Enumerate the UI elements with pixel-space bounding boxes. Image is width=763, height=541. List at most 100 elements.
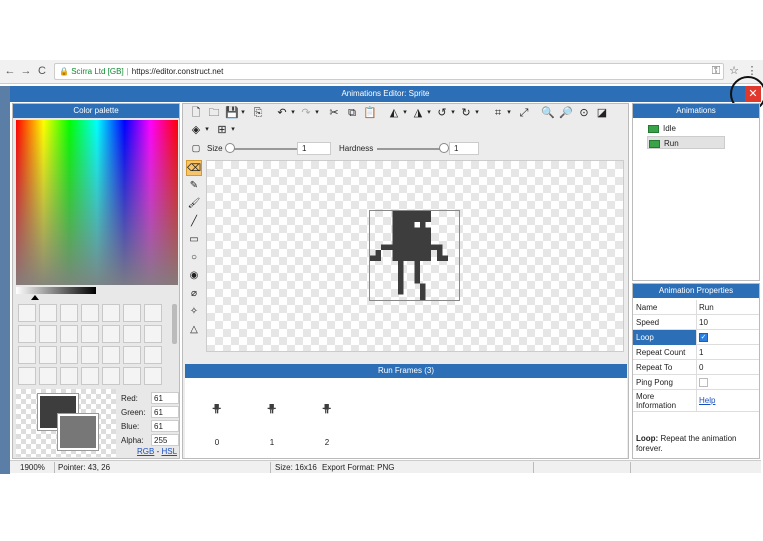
swatch[interactable] bbox=[18, 304, 36, 322]
resize-icon[interactable]: ⤢ bbox=[517, 106, 531, 120]
property-value[interactable]: Run bbox=[699, 303, 714, 312]
reload-icon[interactable]: C bbox=[36, 65, 48, 77]
zoom-out-icon[interactable]: 🔎 bbox=[559, 106, 573, 120]
flip-vertical-icon[interactable]: ◮ bbox=[411, 106, 425, 120]
property-row-name[interactable]: Name Run bbox=[633, 300, 759, 315]
swatch[interactable] bbox=[123, 367, 141, 385]
brush-shape-icon[interactable]: ▢ bbox=[189, 141, 203, 155]
star-icon[interactable]: ☆ bbox=[728, 65, 740, 77]
property-row-repeat-count[interactable]: Repeat Count 1 bbox=[633, 345, 759, 360]
property-value[interactable]: 0 bbox=[699, 363, 703, 372]
swatch[interactable] bbox=[123, 325, 141, 343]
line-icon[interactable]: ╱ bbox=[186, 214, 202, 230]
property-value[interactable]: 1 bbox=[699, 348, 703, 357]
swatch[interactable] bbox=[60, 325, 78, 343]
hardness-input[interactable]: 1 bbox=[449, 142, 479, 155]
ellipse-icon[interactable]: ○ bbox=[186, 250, 202, 266]
swatch[interactable] bbox=[144, 325, 162, 343]
collision-polygon-icon[interactable]: △ bbox=[186, 322, 202, 338]
swatch[interactable] bbox=[144, 346, 162, 364]
eraser-icon[interactable]: ⌫ bbox=[186, 160, 202, 176]
swatch[interactable] bbox=[81, 304, 99, 322]
save-icon[interactable]: 💾 bbox=[225, 106, 239, 120]
rectangle-icon[interactable]: ▭ bbox=[186, 232, 202, 248]
key-icon[interactable]: ⚿ bbox=[710, 65, 722, 77]
swatch[interactable] bbox=[18, 325, 36, 343]
chevron-down-icon[interactable]: ▾ bbox=[473, 106, 481, 120]
swatch[interactable] bbox=[144, 304, 162, 322]
forward-icon[interactable]: → bbox=[20, 65, 32, 77]
color-picker-icon[interactable]: ⌀ bbox=[186, 286, 202, 302]
secondary-color-swatch[interactable] bbox=[57, 413, 99, 451]
swatch[interactable] bbox=[123, 304, 141, 322]
help-link[interactable]: Help bbox=[699, 396, 715, 405]
property-row-speed[interactable]: Speed 10 bbox=[633, 315, 759, 330]
blue-input[interactable]: 61 bbox=[151, 420, 179, 432]
chevron-down-icon[interactable]: ▾ bbox=[239, 106, 247, 120]
flip-horizontal-icon[interactable]: ◭ bbox=[387, 106, 401, 120]
crop-icon[interactable]: ⌗ bbox=[491, 106, 505, 120]
animation-item-run[interactable]: Run bbox=[647, 136, 725, 149]
grayscale-strip[interactable] bbox=[16, 287, 96, 294]
background-toggle-icon[interactable]: ◪ bbox=[595, 106, 609, 120]
address-bar[interactable]: 🔒 Scirra Ltd [GB] | https://editor.constru… bbox=[54, 63, 724, 80]
swatch[interactable] bbox=[102, 304, 120, 322]
paste-icon[interactable]: 📋 bbox=[363, 106, 377, 120]
swatch[interactable] bbox=[102, 325, 120, 343]
red-input[interactable]: 61 bbox=[151, 392, 179, 404]
chevron-down-icon[interactable]: ▾ bbox=[449, 106, 457, 120]
ping-pong-checkbox[interactable] bbox=[699, 378, 708, 387]
swatch[interactable] bbox=[18, 367, 36, 385]
grid-icon[interactable]: ⊞ bbox=[215, 123, 229, 137]
animation-item-idle[interactable]: Idle bbox=[647, 122, 725, 135]
chevron-down-icon[interactable]: ▾ bbox=[505, 106, 513, 120]
rotate-left-icon[interactable]: ↺ bbox=[435, 106, 449, 120]
color-spectrum[interactable] bbox=[16, 120, 178, 285]
property-value[interactable]: 10 bbox=[699, 318, 708, 327]
chevron-down-icon[interactable]: ▾ bbox=[203, 123, 211, 137]
back-icon[interactable]: ← bbox=[4, 65, 16, 77]
property-row-repeat-to[interactable]: Repeat To 0 bbox=[633, 360, 759, 375]
fill-icon[interactable]: ◉ bbox=[186, 268, 202, 284]
swatch[interactable] bbox=[39, 367, 57, 385]
swatch[interactable] bbox=[81, 325, 99, 343]
rotate-right-icon[interactable]: ↻ bbox=[459, 106, 473, 120]
hsl-link[interactable]: HSL bbox=[161, 447, 177, 456]
swatch[interactable] bbox=[60, 346, 78, 364]
pencil-icon[interactable]: ✎ bbox=[186, 178, 202, 194]
size-slider[interactable] bbox=[227, 148, 297, 150]
zoom-in-icon[interactable]: 🔍 bbox=[541, 106, 555, 120]
swatch[interactable] bbox=[60, 367, 78, 385]
rgb-link[interactable]: RGB bbox=[137, 447, 154, 456]
size-slider-knob[interactable] bbox=[225, 143, 235, 153]
swatch[interactable] bbox=[39, 325, 57, 343]
size-input[interactable]: 1 bbox=[297, 142, 331, 155]
green-input[interactable]: 61 bbox=[151, 406, 179, 418]
palette-scrollbar[interactable] bbox=[172, 304, 177, 344]
redo-icon[interactable]: ↷ bbox=[299, 106, 313, 120]
export-icon[interactable]: ⎘ bbox=[251, 106, 265, 120]
swatch[interactable] bbox=[102, 367, 120, 385]
hardness-slider-knob[interactable] bbox=[439, 143, 449, 153]
origin-point-icon[interactable]: ✧ bbox=[186, 304, 202, 320]
chevron-down-icon[interactable]: ▾ bbox=[289, 106, 297, 120]
swatch[interactable] bbox=[144, 367, 162, 385]
open-folder-icon[interactable]: 🗀 bbox=[207, 106, 221, 120]
swatch[interactable] bbox=[18, 346, 36, 364]
zoom-reset-icon[interactable]: ⊙ bbox=[577, 106, 591, 120]
brush-icon[interactable]: 🖌 bbox=[186, 196, 202, 212]
swatch[interactable] bbox=[39, 346, 57, 364]
chevron-down-icon[interactable]: ▾ bbox=[229, 123, 237, 137]
copy-icon[interactable]: ⧉ bbox=[345, 106, 359, 120]
swatch[interactable] bbox=[81, 367, 99, 385]
swatch[interactable] bbox=[102, 346, 120, 364]
swatch[interactable] bbox=[60, 304, 78, 322]
alpha-input[interactable]: 255 bbox=[151, 434, 179, 446]
swatch[interactable] bbox=[39, 304, 57, 322]
property-row-ping-pong[interactable]: Ping Pong bbox=[633, 375, 759, 390]
swatch[interactable] bbox=[123, 346, 141, 364]
chevron-down-icon[interactable]: ▾ bbox=[425, 106, 433, 120]
grayscale-pointer-icon[interactable] bbox=[31, 295, 39, 300]
cut-icon[interactable]: ✂ bbox=[327, 106, 341, 120]
swatch[interactable] bbox=[81, 346, 99, 364]
